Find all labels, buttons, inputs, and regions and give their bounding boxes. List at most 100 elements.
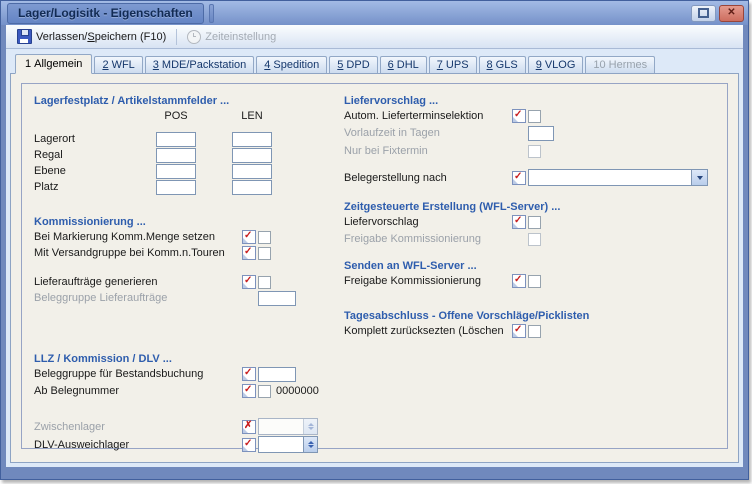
close-x-icon: ✕: [727, 8, 735, 18]
flag-glyph: ✓: [514, 324, 522, 336]
bei-markierung-komm-menge-setzen-label: Bei Markierung Komm.Menge setzen: [34, 231, 242, 243]
flag-glyph: ✓: [244, 438, 252, 450]
doc-check-icon[interactable]: ✓: [242, 275, 256, 289]
beleggruppe-fuer-bestandsbuchung-input[interactable]: [258, 367, 296, 382]
flag-glyph: ✓: [244, 367, 252, 379]
doc-x-icon[interactable]: ✗: [242, 420, 256, 434]
tab-gls[interactable]: 8GLS: [479, 56, 526, 73]
form-row-dlv-ausweichlager: DLV-Ausweichlager✓: [34, 436, 336, 453]
icon-slot: ✓: [242, 438, 258, 452]
form-row-lieferauftraege-generieren: Lieferaufträge generieren✓: [34, 274, 336, 290]
dialog-client-area: Verlassen/Speichern (F10) Zeiteinstellun…: [6, 25, 743, 467]
mit-versandgruppe-bei-komm-n-touren-checkbox[interactable]: [258, 247, 271, 260]
form-row-freigabe-kommissionierung: Freigabe Kommissionierung✓: [344, 273, 730, 289]
vorlaufzeit-in-tagen-input[interactable]: [528, 126, 554, 141]
save-exit-button[interactable]: Verlassen/Speichern (F10): [10, 27, 173, 46]
save-exit-label: Verlassen/Speichern (F10): [36, 31, 166, 43]
restore-button[interactable]: [691, 5, 716, 22]
platz-pos-input[interactable]: [156, 180, 196, 195]
section-title: Senden an WFL-Server ...: [344, 259, 730, 273]
platz-len-input[interactable]: [232, 180, 272, 195]
regal-pos-input[interactable]: [156, 148, 196, 163]
liefervorschlag-checkbox[interactable]: [528, 216, 541, 229]
ab-belegnummer-checkbox[interactable]: [258, 385, 271, 398]
doc-check-icon[interactable]: ✓: [242, 230, 256, 244]
grid-row-lagerort: Lagerort: [34, 131, 336, 147]
title-bar: Lager/Logisitk - Eigenschaften ✕: [1, 1, 748, 25]
doc-check-icon[interactable]: ✓: [242, 367, 256, 381]
tab-hermes: 10Hermes: [585, 56, 655, 73]
restore-icon: [698, 8, 709, 18]
combo-value: [529, 170, 691, 185]
bei-markierung-komm-menge-setzen-checkbox[interactable]: [258, 231, 271, 244]
save-floppy-icon: [17, 29, 32, 44]
tab-dhl[interactable]: 6DHL: [380, 56, 427, 73]
tab-allgemein[interactable]: 1Allgemein: [15, 54, 92, 74]
doc-check-icon[interactable]: ✓: [512, 109, 526, 123]
tab-page-allgemein: Lagerfestplatz / Artikelstammfelder ... P…: [10, 73, 739, 463]
tab-number: 5: [337, 59, 343, 71]
flag-glyph: ✓: [514, 171, 522, 183]
spinner-value: [259, 419, 303, 434]
icon-slot: ✓: [512, 274, 528, 288]
flag-glyph: ✗: [244, 420, 252, 432]
right-column: Liefervorschlag ...Autom. Lieferterminse…: [344, 94, 730, 339]
nur-bei-fixtermin-checkbox: [528, 145, 541, 158]
doc-check-icon[interactable]: ✓: [512, 215, 526, 229]
section-title: Lagerfestplatz / Artikelstammfelder ...: [34, 94, 336, 108]
doc-check-icon[interactable]: ✓: [512, 274, 526, 288]
lagerort-len-input[interactable]: [232, 132, 272, 147]
doc-check-icon[interactable]: ✓: [512, 171, 526, 185]
beleggruppe-lieferauftraege-input[interactable]: [258, 291, 296, 306]
autom-lieferterminselektion-checkbox[interactable]: [528, 110, 541, 123]
tab-label: MDE/Packstation: [162, 59, 246, 71]
spinner-buttons: [303, 419, 317, 434]
grid-rows: LagerortRegalEbenePlatz: [34, 131, 336, 195]
icon-slot: ✓: [242, 367, 258, 381]
tab-wfl[interactable]: 2WFL: [94, 56, 142, 73]
dlv-ausweichlager-label: DLV-Ausweichlager: [34, 439, 242, 451]
ebene-len-input[interactable]: [232, 164, 272, 179]
tab-label: Hermes: [609, 59, 648, 71]
doc-check-icon[interactable]: ✓: [242, 384, 256, 398]
tab-vlog[interactable]: 9VLOG: [528, 56, 584, 73]
tab-label: UPS: [446, 59, 469, 71]
lieferauftraege-generieren-label: Lieferaufträge generieren: [34, 276, 242, 288]
ab-belegnummer-label: Ab Belegnummer: [34, 385, 242, 397]
window-controls: ✕: [691, 5, 744, 22]
grid-row-ebene: Ebene: [34, 163, 336, 179]
form-row-zwischenlager: Zwischenlager✗: [34, 418, 336, 435]
spinner-buttons[interactable]: [303, 437, 317, 452]
beleggruppe-fuer-bestandsbuchung-label: Beleggruppe für Bestandsbuchung: [34, 368, 242, 380]
grid-row-platz: Platz: [34, 179, 336, 195]
tab-dpd[interactable]: 5DPD: [329, 56, 377, 73]
komplett-zuruecksezten-loeschen-checkbox[interactable]: [528, 325, 541, 338]
belegerstellung-nach-combo-select[interactable]: [528, 169, 708, 186]
close-button[interactable]: ✕: [719, 5, 744, 22]
tab-spedition[interactable]: 4Spedition: [256, 56, 327, 73]
combo-dropdown-button[interactable]: [691, 170, 707, 185]
nur-bei-fixtermin-label: Nur bei Fixtermin: [344, 145, 512, 157]
ab-belegnummer-value: 0000000: [276, 385, 319, 397]
spin-up-icon: [308, 423, 314, 426]
icon-slot: ✓: [512, 109, 528, 123]
ebene-pos-input[interactable]: [156, 164, 196, 179]
freigabe-kommissionierung-checkbox[interactable]: [528, 275, 541, 288]
form-row-nur-bei-fixtermin: Nur bei Fixtermin: [344, 143, 730, 159]
chevron-down-icon: [697, 176, 703, 180]
doc-check-icon[interactable]: ✓: [512, 324, 526, 338]
beleggruppe-lieferauftraege-label: Beleggruppe Lieferaufträge: [34, 292, 242, 304]
regal-len-input[interactable]: [232, 148, 272, 163]
form-row-bei-markierung-komm-menge-setzen: Bei Markierung Komm.Menge setzen✓: [34, 229, 336, 245]
tab-mde-packstation[interactable]: 3MDE/Packstation: [145, 56, 255, 73]
spin-down-icon: [308, 427, 314, 430]
lagerort-pos-input[interactable]: [156, 132, 196, 147]
lieferauftraege-generieren-checkbox[interactable]: [258, 276, 271, 289]
dlv-ausweichlager-spinner-field[interactable]: [258, 436, 318, 453]
doc-check-icon[interactable]: ✓: [242, 246, 256, 260]
tab-number: 9: [536, 59, 542, 71]
icon-slot: ✓: [242, 246, 258, 260]
clock-icon: [187, 30, 201, 44]
doc-check-icon[interactable]: ✓: [242, 438, 256, 452]
tab-ups[interactable]: 7UPS: [429, 56, 477, 73]
